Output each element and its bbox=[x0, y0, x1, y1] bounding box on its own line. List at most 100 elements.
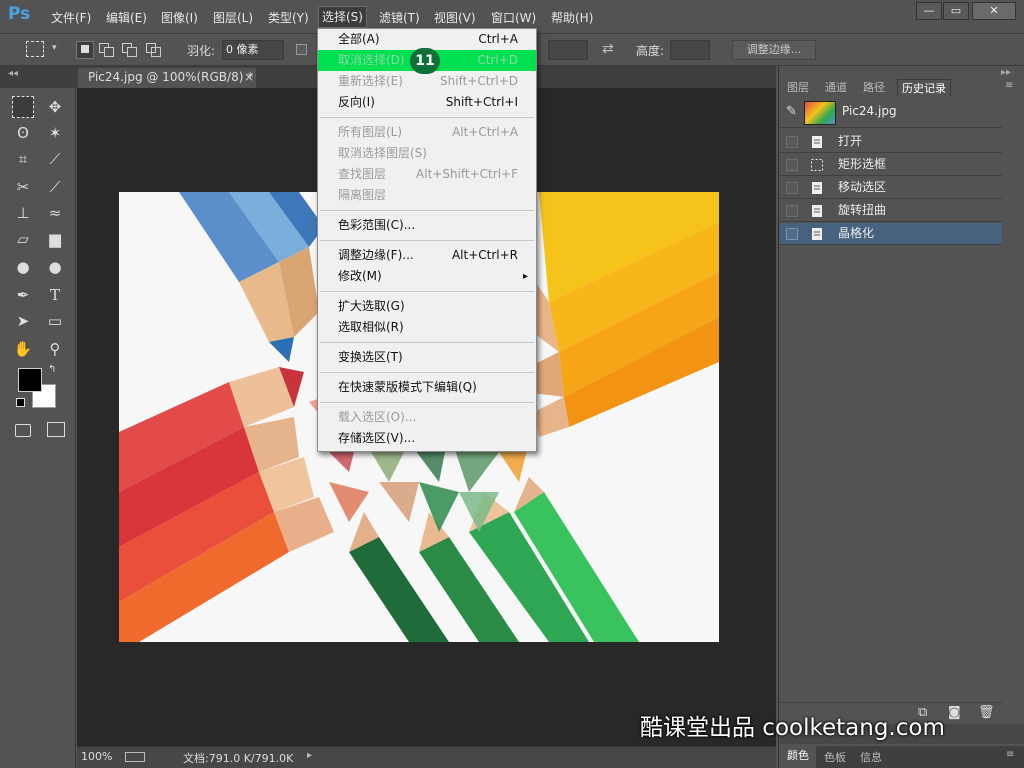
default-colors-icon[interactable] bbox=[16, 398, 25, 407]
menu-item-save-selection[interactable]: 存储选区(V)... bbox=[318, 428, 536, 449]
tab-paths[interactable]: 路径 bbox=[863, 79, 885, 97]
menu-image[interactable]: 图像(I) bbox=[161, 9, 198, 26]
history-state[interactable]: 旋转扭曲 bbox=[780, 200, 1002, 222]
menu-item-quick-mask[interactable]: 在快速蒙版模式下编辑(Q) bbox=[318, 377, 536, 398]
history-state-label: 矩形选框 bbox=[838, 157, 887, 171]
menu-item-similar[interactable]: 选取相似(R) bbox=[318, 317, 536, 338]
swap-arrows-icon[interactable]: ⇄ bbox=[602, 41, 614, 57]
chevron-down-icon[interactable]: ▾ bbox=[52, 43, 57, 53]
history-state[interactable]: 矩形选框 bbox=[780, 154, 1002, 176]
crop-tool-icon[interactable]: ⌗ bbox=[12, 148, 34, 170]
close-button[interactable]: ✕ bbox=[972, 2, 1016, 20]
dodge-tool-icon[interactable]: ● bbox=[44, 256, 66, 278]
magic-wand-icon[interactable]: ✶ bbox=[44, 122, 66, 144]
document-icon bbox=[812, 205, 822, 217]
brush-tool-icon[interactable]: ⟋ bbox=[44, 176, 66, 198]
menu-item-modify[interactable]: 修改(M) ▸ bbox=[318, 266, 536, 287]
camera-icon[interactable]: ◙ bbox=[948, 705, 961, 720]
panel-menu-icon[interactable]: ≡ bbox=[1005, 80, 1013, 91]
subtract-overlap-icon bbox=[127, 47, 137, 57]
menu-layer[interactable]: 图层(L) bbox=[213, 9, 253, 26]
tab-swatches[interactable]: 色板 bbox=[824, 749, 846, 765]
tab-info[interactable]: 信息 bbox=[860, 749, 882, 765]
feather-input[interactable]: 0 像素 bbox=[222, 40, 284, 60]
menu-item-grow[interactable]: 扩大选取(G) bbox=[318, 296, 536, 317]
history-state-checkbox[interactable] bbox=[786, 136, 798, 148]
gradient-tool-icon[interactable]: ▆ bbox=[44, 228, 66, 250]
watermark-text: 酷课堂出品 coolketang.com bbox=[640, 715, 945, 741]
tab-color[interactable]: 颜色 bbox=[780, 746, 816, 768]
minimize-button[interactable]: — bbox=[916, 2, 942, 20]
menu-select[interactable]: 选择(S) bbox=[318, 6, 367, 28]
zoom-level[interactable]: 100% bbox=[81, 750, 112, 763]
expand-panels-icon[interactable]: ▸▸ bbox=[1001, 67, 1011, 78]
submenu-arrow-icon: ▸ bbox=[522, 271, 528, 282]
screen-mode-icon[interactable] bbox=[47, 422, 65, 437]
document-tab[interactable]: Pic24.jpg @ 100%(RGB/8) * × bbox=[78, 68, 256, 88]
tools-panel: ✥ ʘ ✶ ⌗ ⟋ ✂ ⟋ ⊥ ≈ ▱ ▆ ● ● ✒ T ➤ ▭ ✋ ⚲ ↰ bbox=[0, 88, 76, 768]
path-selection-icon[interactable]: ➤ bbox=[12, 310, 34, 332]
menu-item-color-range[interactable]: 色彩范围(C)... bbox=[318, 215, 536, 236]
lasso-tool-icon[interactable]: ʘ bbox=[12, 122, 34, 144]
history-brush-icon[interactable]: ≈ bbox=[44, 202, 66, 224]
swap-colors-icon[interactable]: ↰ bbox=[48, 364, 56, 375]
width-input[interactable] bbox=[548, 40, 588, 60]
document-icon bbox=[812, 228, 822, 240]
history-state-checkbox[interactable] bbox=[786, 182, 798, 194]
menu-separator bbox=[320, 240, 534, 241]
tab-layers[interactable]: 图层 bbox=[787, 79, 809, 97]
eyedropper-icon[interactable]: ⟋ bbox=[44, 148, 66, 170]
status-menu-arrow-icon[interactable]: ▸ bbox=[307, 750, 312, 761]
anti-alias-checkbox[interactable] bbox=[296, 44, 307, 55]
menu-item-transform-selection[interactable]: 变换选区(T) bbox=[318, 347, 536, 368]
status-info-icon[interactable] bbox=[125, 752, 145, 762]
menu-filter[interactable]: 滤镜(T) bbox=[379, 9, 420, 26]
menu-type[interactable]: 类型(Y) bbox=[268, 9, 309, 26]
zoom-tool-icon[interactable]: ⚲ bbox=[44, 338, 66, 360]
menu-edit[interactable]: 编辑(E) bbox=[106, 9, 147, 26]
menu-separator bbox=[320, 342, 534, 343]
height-input[interactable] bbox=[670, 40, 710, 60]
history-state-checkbox[interactable] bbox=[786, 228, 798, 240]
history-state-checkbox[interactable] bbox=[786, 159, 798, 171]
quick-mask-icon[interactable] bbox=[15, 424, 31, 437]
eraser-icon[interactable]: ▱ bbox=[12, 228, 34, 250]
menu-item-inverse[interactable]: 反向(I) Shift+Ctrl+I bbox=[318, 92, 536, 113]
history-state-checkbox[interactable] bbox=[786, 205, 798, 217]
history-state-label: 晶格化 bbox=[838, 226, 875, 240]
history-state-selected[interactable]: 晶格化 bbox=[780, 223, 1002, 245]
history-snapshot[interactable]: ✎ Pic24.jpg bbox=[780, 98, 1002, 128]
trash-icon[interactable]: 🗑 bbox=[978, 705, 995, 720]
tab-history[interactable]: 历史记录 bbox=[897, 79, 951, 97]
restore-button[interactable]: ▭ bbox=[943, 2, 969, 20]
document-icon bbox=[812, 136, 822, 148]
foreground-color-front bbox=[18, 368, 42, 392]
rectangle-shape-icon[interactable]: ▭ bbox=[44, 310, 66, 332]
close-tab-icon[interactable]: × bbox=[244, 68, 254, 87]
type-tool-icon[interactable]: T bbox=[44, 284, 66, 306]
menu-item-reselect: 重新选择(E) Shift+Ctrl+D bbox=[338, 74, 518, 88]
refine-edge-button[interactable]: 调整边缘... bbox=[732, 40, 816, 60]
menu-help[interactable]: 帮助(H) bbox=[551, 9, 593, 26]
history-brush-source-icon[interactable]: ✎ bbox=[786, 104, 797, 119]
menu-file[interactable]: 文件(F) bbox=[51, 9, 91, 26]
menu-view[interactable]: 视图(V) bbox=[434, 9, 476, 26]
menu-window[interactable]: 窗口(W) bbox=[491, 9, 536, 26]
healing-brush-icon[interactable]: ✂ bbox=[12, 176, 34, 198]
bottom-panel-menu-icon[interactable]: ≡ bbox=[1006, 749, 1014, 760]
clone-stamp-icon[interactable]: ⊥ bbox=[12, 202, 34, 224]
tab-channels[interactable]: 通道 bbox=[825, 79, 847, 97]
menu-item-all[interactable]: 全部(A) Ctrl+A bbox=[318, 29, 536, 50]
menu-item-refine-edge[interactable]: 调整边缘(F)... Alt+Ctrl+R bbox=[318, 245, 536, 266]
history-state[interactable]: 打开 bbox=[780, 131, 1002, 153]
collapse-toolbar-icon[interactable]: ◂◂ bbox=[8, 68, 18, 79]
history-state[interactable]: 移动选区 bbox=[780, 177, 1002, 199]
blur-tool-icon[interactable]: ● bbox=[12, 256, 34, 278]
pen-tool-icon[interactable]: ✒ bbox=[12, 284, 34, 306]
hand-tool-icon[interactable]: ✋ bbox=[12, 338, 34, 360]
marquee-icon bbox=[811, 159, 823, 171]
menu-separator bbox=[320, 291, 534, 292]
marquee-tool-preset-icon[interactable] bbox=[26, 41, 44, 57]
rectangular-marquee-icon[interactable] bbox=[12, 96, 34, 118]
move-tool-icon[interactable]: ✥ bbox=[44, 96, 66, 118]
